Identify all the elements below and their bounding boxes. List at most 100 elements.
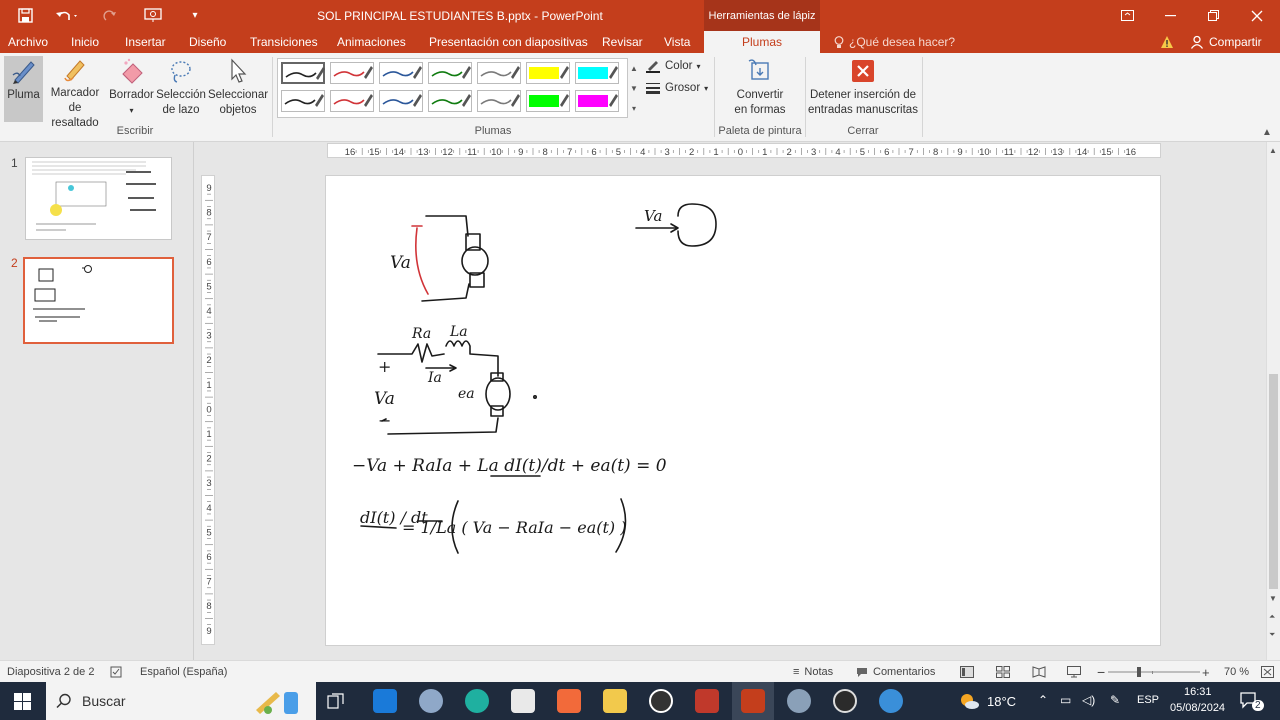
battery-icon[interactable]: ▭ [1060,693,1071,707]
save-icon[interactable] [10,0,40,31]
slide-thumbnail-1[interactable] [25,157,172,240]
tab-diseno[interactable]: Diseño [189,31,226,53]
pen-style-swatch[interactable] [526,90,570,112]
redo-icon[interactable] [95,0,125,31]
select-objects-button[interactable]: Seleccionar objetos [207,56,269,122]
mail-app-icon[interactable] [373,689,397,713]
slide-thumbnail-2[interactable] [23,257,174,344]
ink-drawing[interactable]: Va Va Ra La Ia ea Va + − −Va + RaIa + La… [326,176,1162,647]
cloud-app-icon[interactable] [419,689,443,713]
warning-icon[interactable] [1160,35,1174,49]
close-icon[interactable] [1235,0,1278,31]
zoom-in-button[interactable]: + [1202,661,1210,683]
weather-icon[interactable] [958,692,980,713]
ribbon-display-icon[interactable] [1106,0,1149,31]
next-slide-icon[interactable]: ⏷ [1269,630,1275,640]
pen-style-swatch[interactable] [526,62,570,84]
brave-browser-icon[interactable] [557,689,581,713]
eraser-button[interactable]: Borrador ▾ [108,56,155,122]
tab-insertar[interactable]: Insertar [125,31,166,53]
tab-plumas[interactable]: Plumas [704,31,820,53]
pen-style-swatch[interactable] [477,90,521,112]
tab-presentacion[interactable]: Presentación con diapositivas [429,31,588,53]
media-player-icon[interactable] [649,689,673,713]
volume-icon[interactable]: ◁) [1082,693,1095,707]
slideshow-view-icon[interactable] [1067,661,1081,683]
weather-temperature[interactable]: 18°C [987,694,1016,709]
pen-style-swatch[interactable] [428,62,472,84]
restore-icon[interactable] [1192,0,1235,31]
show-hidden-icons-icon[interactable]: ⌃ [1038,693,1048,707]
current-slide[interactable]: Va Va Ra La Ia ea Va + − −Va + RaIa + La… [325,175,1161,646]
customize-qat-icon[interactable]: ▾ [180,0,210,31]
gallery-more-icon[interactable]: ▾ [632,104,636,113]
gallery-up-icon[interactable]: ▲ [630,64,638,73]
person-icon [1190,35,1204,49]
previous-slide-icon[interactable]: ⏶ [1269,612,1275,622]
stop-inking-button[interactable]: Detener inserción de entradas manuscrita… [808,56,918,122]
clock-time[interactable]: 16:31 [1184,686,1212,698]
normal-view-icon[interactable] [960,661,974,683]
task-view-icon[interactable] [327,693,345,712]
pen-style-swatch[interactable] [330,62,374,84]
taskbar-search-box[interactable]: Buscar [46,682,316,720]
pdf-reader-icon[interactable] [695,689,719,713]
highlighter-button[interactable]: Marcador de resaltado [44,56,106,129]
pen-button[interactable]: Pluma [4,56,43,122]
comments-button[interactable]: Comentarios [856,661,935,683]
tab-transiciones[interactable]: Transiciones [250,31,318,53]
notes-button[interactable]: ≡ Notas [793,661,833,683]
store-app-icon[interactable] [511,689,535,713]
pen-style-swatch[interactable] [575,62,619,84]
input-language[interactable]: ESP [1137,694,1159,706]
pen-style-swatch[interactable] [379,90,423,112]
eraser-dropdown-icon[interactable]: ▾ [129,103,133,118]
tab-vista[interactable]: Vista [664,31,690,53]
minimize-icon[interactable] [1149,0,1192,31]
obs-studio-icon[interactable] [833,689,857,713]
scrollbar-thumb[interactable] [1269,374,1278,589]
tab-revisar[interactable]: Revisar [602,31,643,53]
slide-sorter-icon[interactable] [996,661,1010,683]
scroll-down-icon[interactable]: ▼ [1269,594,1277,603]
edge-browser-icon[interactable] [465,689,489,713]
color-dropdown[interactable]: Color ▾ [645,59,701,73]
pen-label: Pluma [7,89,40,101]
convert-to-shapes-button[interactable]: Convertir en formas [726,56,794,122]
pen-tray-icon[interactable]: ✎ [1110,693,1120,707]
zoom-level[interactable]: 70 % [1224,661,1249,683]
scroll-up-icon[interactable]: ▲ [1269,146,1277,155]
browser-app-icon[interactable] [879,689,903,713]
tab-inicio[interactable]: Inicio [71,31,99,53]
vertical-scrollbar[interactable]: ▲ ▼ ⏶ ⏷ [1266,142,1280,660]
powerpoint-app-icon[interactable] [741,689,765,713]
reading-view-icon[interactable] [1032,661,1046,683]
tell-me-search[interactable]: ¿Qué desea hacer? [834,31,955,53]
tab-archivo[interactable]: Archivo [8,31,48,53]
gallery-scroll[interactable]: ▲ ▼ ▾ [627,58,640,118]
language-status[interactable]: Español (España) [140,661,227,683]
pen-style-swatch[interactable] [575,90,619,112]
spellcheck-icon[interactable] [110,661,124,683]
pen-style-swatch[interactable] [379,62,423,84]
thickness-dropdown[interactable]: Grosor ▾ [645,81,708,95]
file-explorer-icon[interactable] [603,689,627,713]
gallery-down-icon[interactable]: ▼ [630,84,638,93]
tab-animaciones[interactable]: Animaciones [337,31,406,53]
lasso-select-button[interactable]: Selección de lazo [156,56,206,122]
windows-start-icon[interactable] [14,693,31,713]
slideshow-from-start-icon[interactable] [138,0,168,31]
zoom-slider[interactable] [1108,661,1200,683]
collapse-ribbon-icon[interactable]: ▲ [1262,127,1272,138]
pen-style-swatch[interactable] [428,90,472,112]
share-button[interactable]: Compartir [1190,31,1262,53]
pen-style-swatch[interactable] [281,62,325,84]
clock-date[interactable]: 05/08/2024 [1170,702,1225,714]
fit-to-window-icon[interactable] [1261,661,1274,683]
pen-style-swatch[interactable] [477,62,521,84]
zoom-out-button[interactable]: − [1097,661,1105,683]
paint-app-icon[interactable] [787,689,811,713]
pen-style-swatch[interactable] [330,90,374,112]
undo-icon[interactable] [52,0,82,31]
pen-style-swatch[interactable] [281,90,325,112]
